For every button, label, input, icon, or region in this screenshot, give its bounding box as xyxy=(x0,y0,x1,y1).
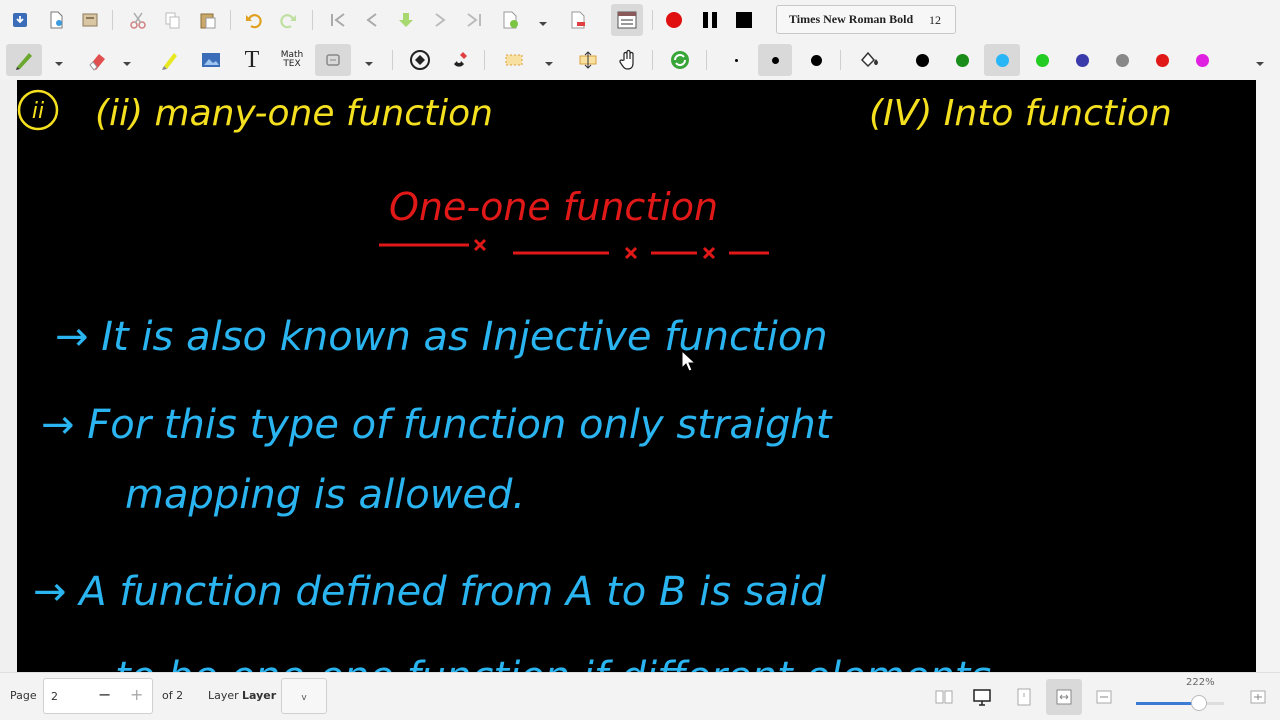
text-tool-glyph: T xyxy=(244,46,260,73)
layer-dropdown[interactable]: v xyxy=(281,678,327,714)
zoom-slider-knob[interactable] xyxy=(1191,695,1208,711)
zoom-slider[interactable] xyxy=(1136,695,1224,711)
color-swatch[interactable] xyxy=(1068,46,1096,74)
math-tex-icon[interactable]: Math TEX xyxy=(276,46,308,74)
zoom-out-icon[interactable] xyxy=(1090,683,1118,711)
pen-tool-icon[interactable] xyxy=(6,44,42,76)
fill-tool-icon[interactable] xyxy=(406,46,434,74)
delete-page-icon[interactable] xyxy=(564,6,592,34)
thickness-thin-icon[interactable] xyxy=(722,46,750,74)
layer-label: Layer xyxy=(208,689,239,702)
tex-label: TEX xyxy=(283,59,301,69)
zoom-in-icon[interactable] xyxy=(1244,683,1272,711)
previous-page-icon[interactable] xyxy=(358,6,386,34)
shape-dropdown[interactable] xyxy=(364,54,374,66)
font-size: 12 xyxy=(929,13,941,27)
new-page-icon[interactable] xyxy=(42,6,70,34)
page-decrement-button[interactable]: − xyxy=(98,685,111,704)
highlighter-icon[interactable] xyxy=(156,46,184,74)
color-fill-icon[interactable] xyxy=(854,46,882,74)
add-page-icon[interactable] xyxy=(496,6,524,34)
hand-tool-icon[interactable] xyxy=(614,46,642,74)
tools-toolbar: T Math TEX xyxy=(0,40,1280,80)
stop-icon[interactable] xyxy=(730,6,758,34)
pen-dropdown[interactable] xyxy=(54,54,64,66)
color-swatch-dot xyxy=(915,53,929,67)
color-swatch-dot xyxy=(1155,53,1169,67)
redo-icon[interactable] xyxy=(274,6,302,34)
select-dropdown[interactable] xyxy=(544,54,554,66)
vertical-scrollbar[interactable] xyxy=(1256,80,1280,672)
fit-width-icon[interactable] xyxy=(1046,679,1082,715)
page-input[interactable]: 2 − + xyxy=(43,678,153,714)
fit-page-icon[interactable] xyxy=(1010,683,1038,711)
palette-dropdown[interactable] xyxy=(1255,54,1265,66)
color-swatch-dot xyxy=(995,53,1009,67)
font-name: Times New Roman Bold xyxy=(789,12,914,26)
heading-many-one: (ii) many-one function xyxy=(95,93,493,134)
book-view-icon[interactable] xyxy=(930,683,958,711)
color-swatch[interactable] xyxy=(984,44,1020,76)
zoom-level: 222% xyxy=(1186,677,1215,688)
paste-icon[interactable] xyxy=(194,6,222,34)
first-page-icon[interactable] xyxy=(324,6,352,34)
page-number: 2 xyxy=(51,690,58,703)
heading-into-function: (IV) Into function xyxy=(869,93,1172,134)
color-swatch[interactable] xyxy=(908,46,936,74)
handwriting-layer: ii (ii) many-one function (IV) Into func… xyxy=(17,89,1172,672)
bullet-straight-mapping-cont: mapping is allowed. xyxy=(125,472,525,518)
color-swatch-dot xyxy=(1115,53,1129,67)
bullet-straight-mapping: → For this type of function only straigh… xyxy=(41,402,833,448)
image-tool-icon[interactable] xyxy=(197,46,225,74)
page-increment-button[interactable]: + xyxy=(130,685,143,704)
shape-tool-icon[interactable] xyxy=(315,44,351,76)
color-swatch-dot xyxy=(1035,53,1049,67)
color-swatch-dot xyxy=(1075,53,1089,67)
color-swatch[interactable] xyxy=(1148,46,1176,74)
color-swatch[interactable] xyxy=(1028,46,1056,74)
text-tool-icon[interactable]: T xyxy=(238,46,266,74)
record-icon[interactable] xyxy=(660,6,688,34)
bullet-injective: → It is also known as Injective function xyxy=(55,314,828,360)
cut-icon[interactable] xyxy=(124,6,152,34)
presentation-mode-icon[interactable] xyxy=(611,4,643,36)
color-swatch-dot xyxy=(1195,53,1209,67)
thickness-medium-icon[interactable] xyxy=(758,44,792,76)
bullet-definition-cont: to be one-one function if different elem… xyxy=(115,654,991,672)
undo-icon[interactable] xyxy=(240,6,268,34)
eraser-dropdown[interactable] xyxy=(122,54,132,66)
next-page-icon[interactable] xyxy=(426,6,454,34)
bullet-definition: → A function defined from A to B is said xyxy=(33,569,826,615)
add-page-dropdown[interactable] xyxy=(538,14,548,26)
title-underline xyxy=(379,238,769,260)
roman-numeral-ii: ii xyxy=(32,99,44,124)
eraser-icon[interactable] xyxy=(84,46,112,74)
pause-icon[interactable] xyxy=(696,6,724,34)
refresh-icon[interactable] xyxy=(666,46,694,74)
zoom-slider-fill xyxy=(1136,702,1200,705)
color-swatch[interactable] xyxy=(1188,46,1216,74)
thickness-thick-icon[interactable] xyxy=(802,46,830,74)
open-file-icon[interactable] xyxy=(76,6,104,34)
color-swatch-dot xyxy=(955,53,969,67)
magnet-icon[interactable] xyxy=(446,46,474,74)
down-arrow-icon[interactable] xyxy=(392,6,420,34)
download-icon[interactable] xyxy=(6,6,34,34)
color-swatch[interactable] xyxy=(1108,46,1136,74)
main-toolbar: Times New Roman Bold 12 xyxy=(0,0,1280,40)
whiteboard-canvas[interactable]: ii (ii) many-one function (IV) Into func… xyxy=(17,80,1256,672)
vertical-space-icon[interactable] xyxy=(574,46,602,74)
color-swatch[interactable] xyxy=(948,46,976,74)
status-bar: Page 2 − + of 2 Layer Layer 1 v 222% xyxy=(0,672,1280,720)
monitor-view-icon[interactable] xyxy=(968,683,996,711)
last-page-icon[interactable] xyxy=(460,6,488,34)
page-label: Page xyxy=(10,689,37,702)
font-selector[interactable]: Times New Roman Bold 12 xyxy=(776,5,956,34)
page-count: of 2 xyxy=(162,689,184,702)
select-rect-icon[interactable] xyxy=(500,46,528,74)
layer-dropdown-glyph: v xyxy=(301,693,307,703)
copy-icon[interactable] xyxy=(158,6,186,34)
title-one-one: One-one function xyxy=(389,185,718,229)
